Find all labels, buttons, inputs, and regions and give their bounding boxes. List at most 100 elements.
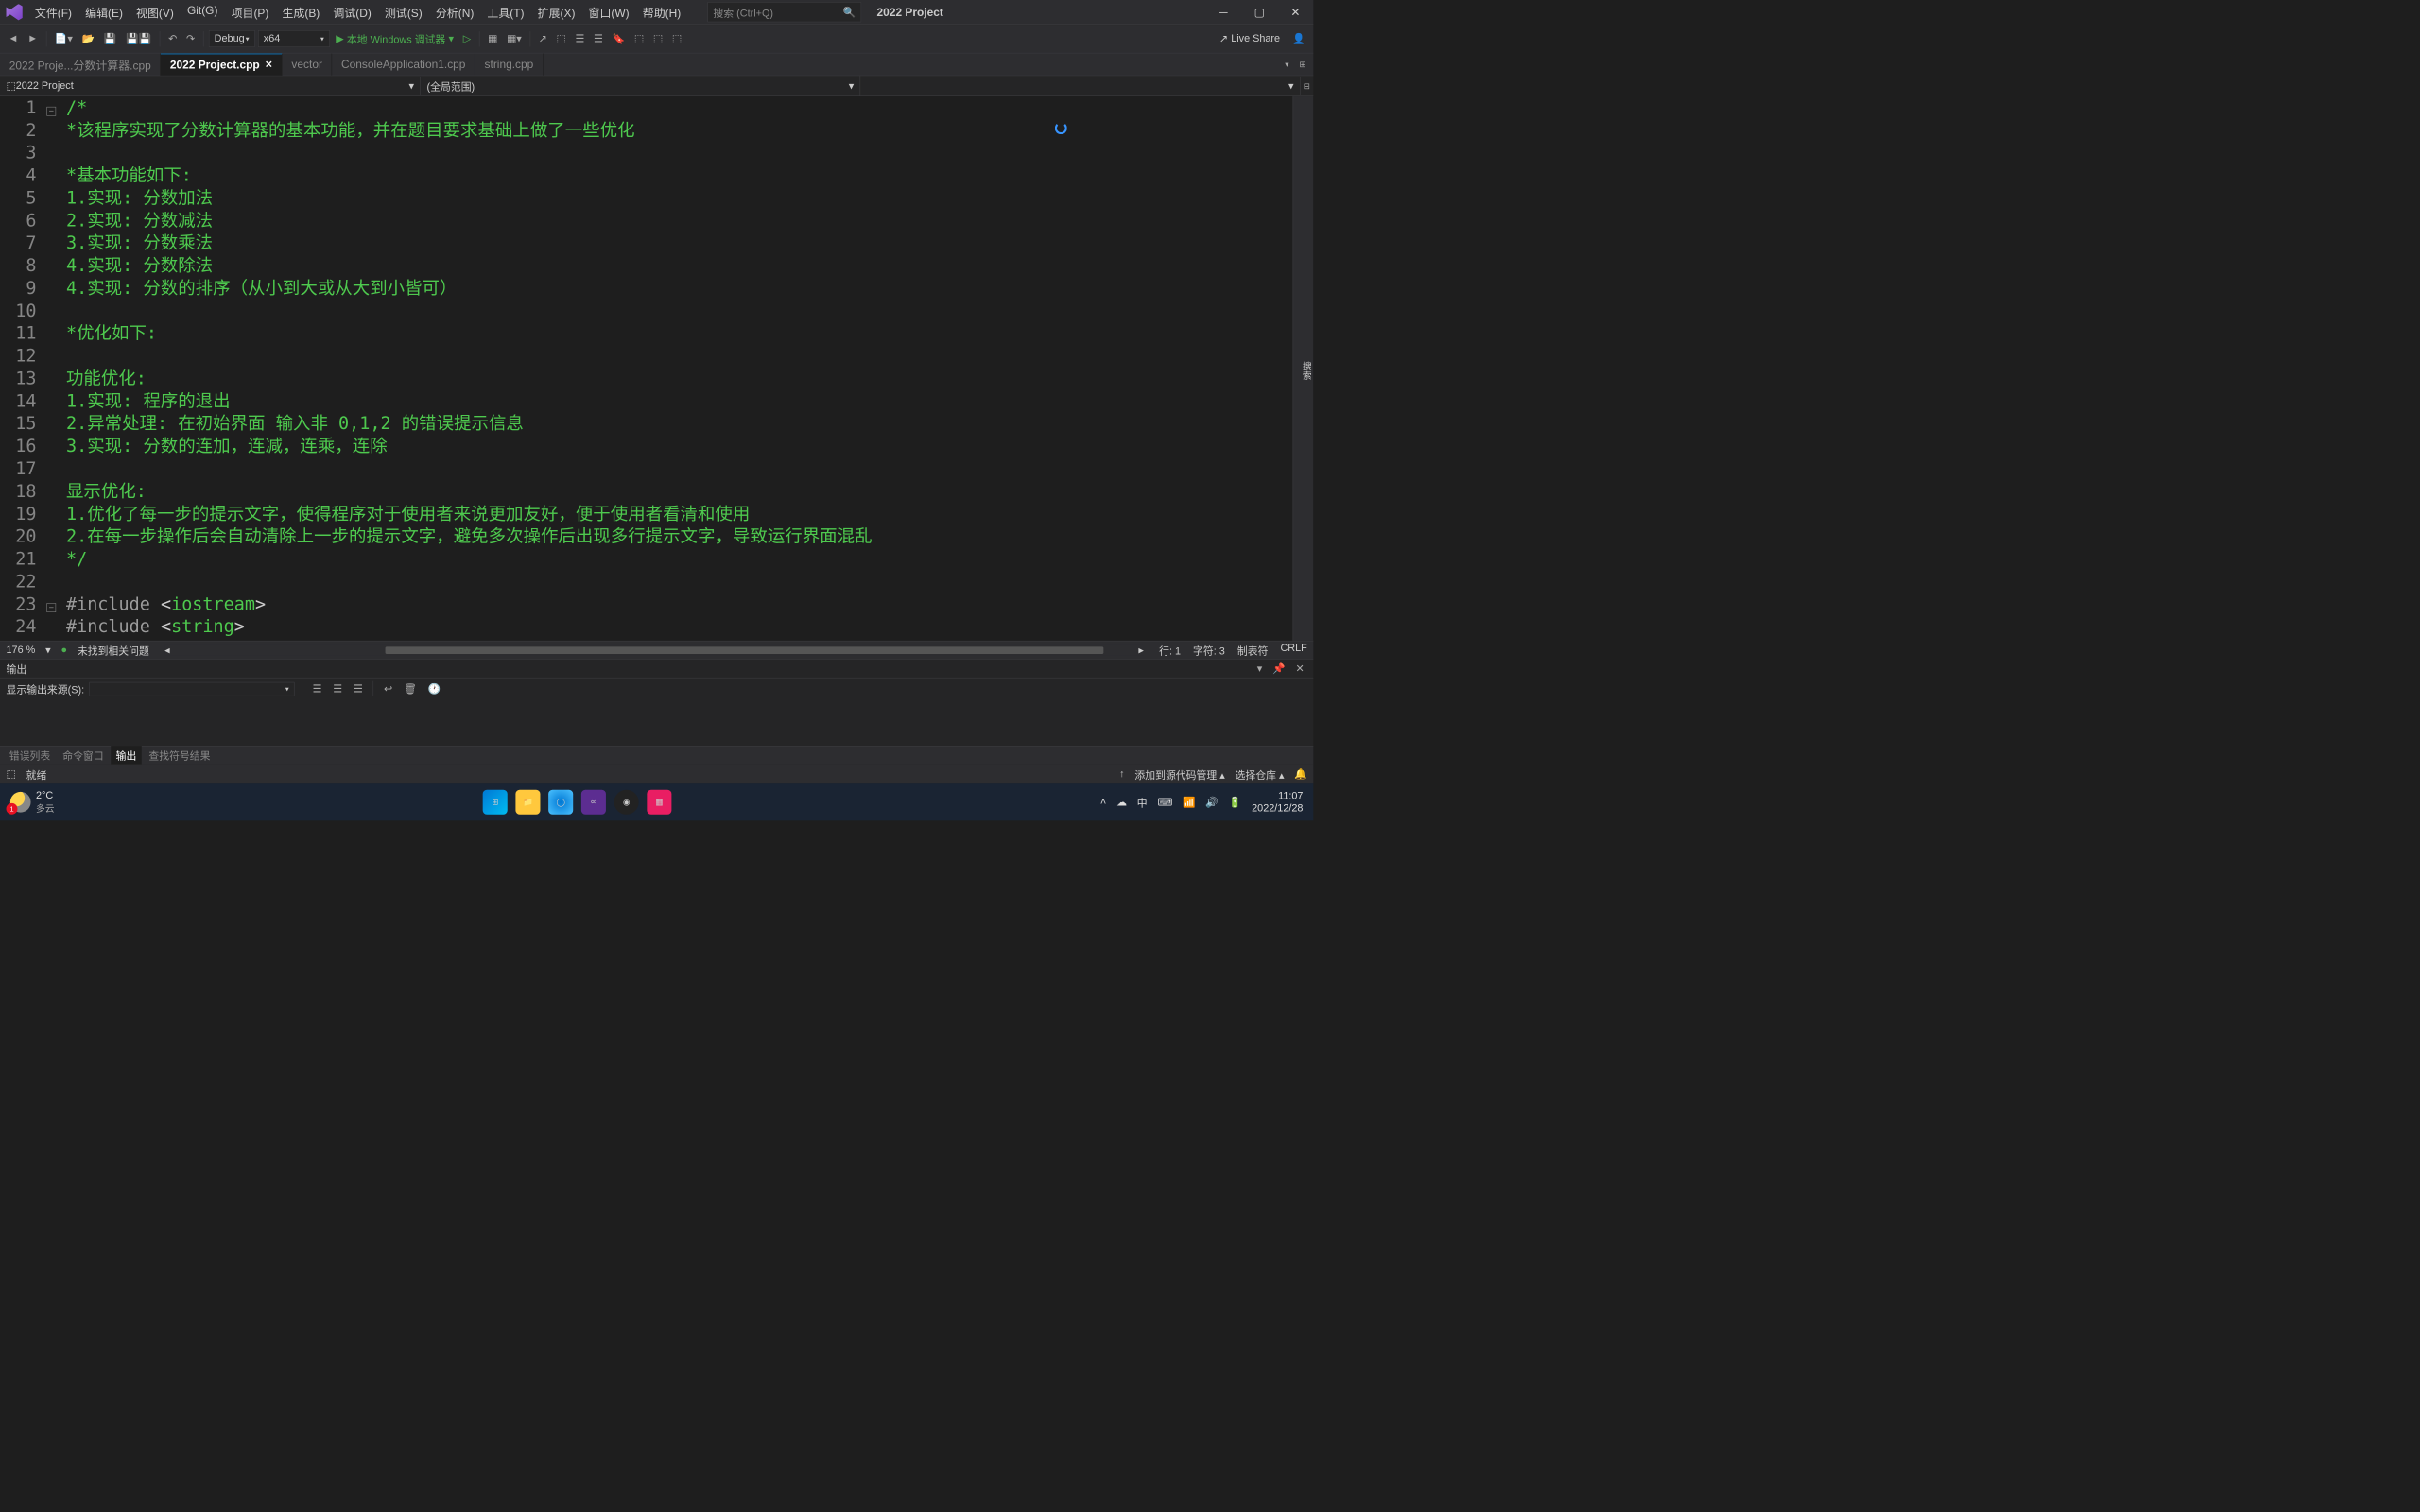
menu-item[interactable]: 项目(P) <box>225 1 275 24</box>
code-line[interactable]: 3.实现: 分数的连加，连减，连乘，连除 <box>66 435 1293 457</box>
fold-gutter[interactable]: −− <box>46 96 61 641</box>
file-tab[interactable]: string.cpp <box>475 53 544 75</box>
scroll-thumb[interactable] <box>386 646 1104 654</box>
code-line[interactable]: 3.实现: 分数乘法 <box>66 232 1293 254</box>
live-share-button[interactable]: ↗ Live Share <box>1219 32 1280 45</box>
bottom-tab[interactable]: 输出 <box>111 746 142 765</box>
bottom-tab[interactable]: 命令窗口 <box>58 746 109 765</box>
menu-item[interactable]: 分析(N) <box>429 1 479 24</box>
close-button[interactable]: ✕ <box>1277 0 1313 25</box>
source-control-button[interactable]: 添加到源代码管理 ▴ <box>1134 766 1224 782</box>
battery-icon[interactable]: 🔋 <box>1229 796 1242 809</box>
search-input[interactable]: 搜索 (Ctrl+Q) 🔍 <box>707 2 861 22</box>
fold-toggle-icon[interactable]: − <box>46 603 56 612</box>
menu-item[interactable]: 帮助(H) <box>636 1 686 24</box>
weather-widget[interactable]: 1 2°C 多云 <box>10 789 55 815</box>
start-debug-button[interactable]: ▶ 本地 Windows 调试器 ▾ <box>333 29 457 48</box>
config-dropdown[interactable]: Debug ▾ <box>209 30 255 47</box>
code-line[interactable]: 功能优化: <box>66 368 1293 390</box>
taskbar-clock[interactable]: 11:07 2022/12/28 <box>1252 790 1303 815</box>
bell-icon[interactable]: 🔔 <box>1294 767 1307 781</box>
tool-icon[interactable]: ↗ <box>535 30 550 47</box>
function-dropdown[interactable]: ▾ <box>860 77 1300 95</box>
file-tab[interactable]: vector <box>283 53 333 75</box>
visual-studio-icon[interactable]: ∞ <box>581 790 606 815</box>
save-all-button[interactable]: 💾💾 <box>123 30 155 47</box>
file-tab[interactable]: 2022 Project.cpp✕ <box>161 53 283 75</box>
chevron-up-icon[interactable]: ˄ <box>1100 797 1106 808</box>
menu-item[interactable]: 测试(S) <box>378 1 428 24</box>
account-icon[interactable]: 👤 <box>1289 30 1308 47</box>
code-line[interactable]: 2.实现: 分数减法 <box>66 209 1293 232</box>
repo-button[interactable]: 选择仓库 ▴ <box>1236 766 1285 782</box>
redo-button[interactable]: ↷ <box>183 30 199 47</box>
tool-icon[interactable]: ⬚ <box>650 30 666 47</box>
tool-icon[interactable]: ▦ <box>485 30 501 47</box>
file-tab[interactable]: 2022 Proje...分数计算器.cpp <box>0 53 161 75</box>
line-ending[interactable]: CRLF <box>1280 643 1306 658</box>
file-explorer-icon[interactable]: 📁 <box>516 790 541 815</box>
menu-item[interactable]: 视图(V) <box>130 1 181 24</box>
horizontal-scrollbar[interactable]: ◂ ▸ <box>164 644 1144 655</box>
pin-icon[interactable]: 📌 <box>1270 660 1288 677</box>
code-line[interactable]: #include <iostream> <box>66 593 1293 615</box>
app-icon[interactable]: ▦ <box>648 790 672 815</box>
up-arrow-icon[interactable]: ↑ <box>1119 768 1124 780</box>
side-tab-search[interactable]: 搜索 <box>1300 361 1313 380</box>
tool-icon[interactable]: ☰ <box>351 680 366 697</box>
back-button[interactable]: ◄ <box>5 31 21 47</box>
tool-icon[interactable]: ☰ <box>309 680 324 697</box>
menu-item[interactable]: 扩展(X) <box>531 1 581 24</box>
code-editor[interactable]: 123456789101112131415161718192021222324 … <box>0 96 1293 641</box>
maximize-button[interactable]: ▢ <box>1241 0 1277 25</box>
code-line[interactable]: 4.实现: 分数除法 <box>66 254 1293 277</box>
scope-dropdown[interactable]: ⬚ 2022 Project ▾ <box>0 77 421 95</box>
input-method-icon[interactable]: ⌨ <box>1157 796 1172 809</box>
chevron-down-icon[interactable]: ▾ <box>45 644 50 657</box>
split-icon[interactable]: ⊞ <box>1296 58 1309 72</box>
code-line[interactable]: *优化如下: <box>66 322 1293 345</box>
code-line[interactable]: */ <box>66 548 1293 571</box>
fold-toggle-icon[interactable]: − <box>46 107 56 116</box>
code-content[interactable]: /**该程序实现了分数计算器的基本功能，并在题目要求基础上做了一些优化*基本功能… <box>62 96 1293 641</box>
code-line[interactable]: 2.异常处理: 在初始界面 输入非 0,1,2 的错误提示信息 <box>66 412 1293 435</box>
platform-dropdown[interactable]: x64 ▾ <box>258 30 330 47</box>
tool-icon[interactable]: 🔖 <box>609 30 628 47</box>
volume-icon[interactable]: 🔊 <box>1205 796 1219 809</box>
code-line[interactable]: 1.实现: 分数加法 <box>66 187 1293 210</box>
member-dropdown[interactable]: (全局范围) ▾ <box>421 76 860 96</box>
tool-icon[interactable]: ⬚ <box>669 30 685 47</box>
tool-icon[interactable]: ☰ <box>591 30 606 47</box>
code-line[interactable]: 1.优化了每一步的提示文字，使得程序对于使用者来说更加友好，便于使用者看清和使用 <box>66 503 1293 525</box>
clear-icon[interactable]: 🗑 <box>401 680 420 697</box>
menu-item[interactable]: 窗口(W) <box>582 1 635 24</box>
edge-browser-icon[interactable]: ◯ <box>548 790 573 815</box>
code-line[interactable] <box>66 570 1293 593</box>
tool-icon[interactable]: ⬚ <box>631 30 648 47</box>
open-button[interactable]: 📂 <box>78 30 97 47</box>
code-line[interactable]: 2.在每一步操作后会自动清除上一步的提示文字，避免多次操作后出现多行提示文字，导… <box>66 525 1293 548</box>
code-line[interactable] <box>66 457 1293 480</box>
start-button[interactable]: ⊞ <box>483 790 508 815</box>
code-line[interactable] <box>66 300 1293 322</box>
code-line[interactable]: /* <box>66 96 1293 119</box>
wifi-icon[interactable]: 📶 <box>1183 796 1196 809</box>
split-icon[interactable]: ⊟ <box>1301 78 1314 93</box>
forward-button[interactable]: ► <box>25 31 41 47</box>
wrap-icon[interactable]: ↩ <box>381 680 396 697</box>
chevron-down-icon[interactable]: ▾ <box>1254 660 1266 677</box>
language-indicator[interactable]: 中 <box>1137 795 1148 810</box>
scroll-right-icon[interactable]: ▸ <box>1138 644 1143 657</box>
code-line[interactable]: 1.实现: 程序的退出 <box>66 389 1293 412</box>
code-line[interactable]: 显示优化: <box>66 480 1293 503</box>
menu-item[interactable]: 文件(F) <box>28 1 78 24</box>
start-no-debug-button[interactable]: ▷ <box>459 30 474 47</box>
minimize-button[interactable]: ─ <box>1205 0 1241 25</box>
code-line[interactable] <box>66 345 1293 368</box>
cloud-icon[interactable]: ☁ <box>1116 796 1127 809</box>
tool-icon[interactable]: ⬚ <box>553 30 569 47</box>
bottom-tab[interactable]: 查找符号结果 <box>144 746 216 765</box>
chevron-down-icon[interactable]: ▾ <box>1282 58 1292 72</box>
zoom-level[interactable]: 176 % <box>7 644 36 656</box>
close-tab-icon[interactable]: ✕ <box>265 60 272 70</box>
